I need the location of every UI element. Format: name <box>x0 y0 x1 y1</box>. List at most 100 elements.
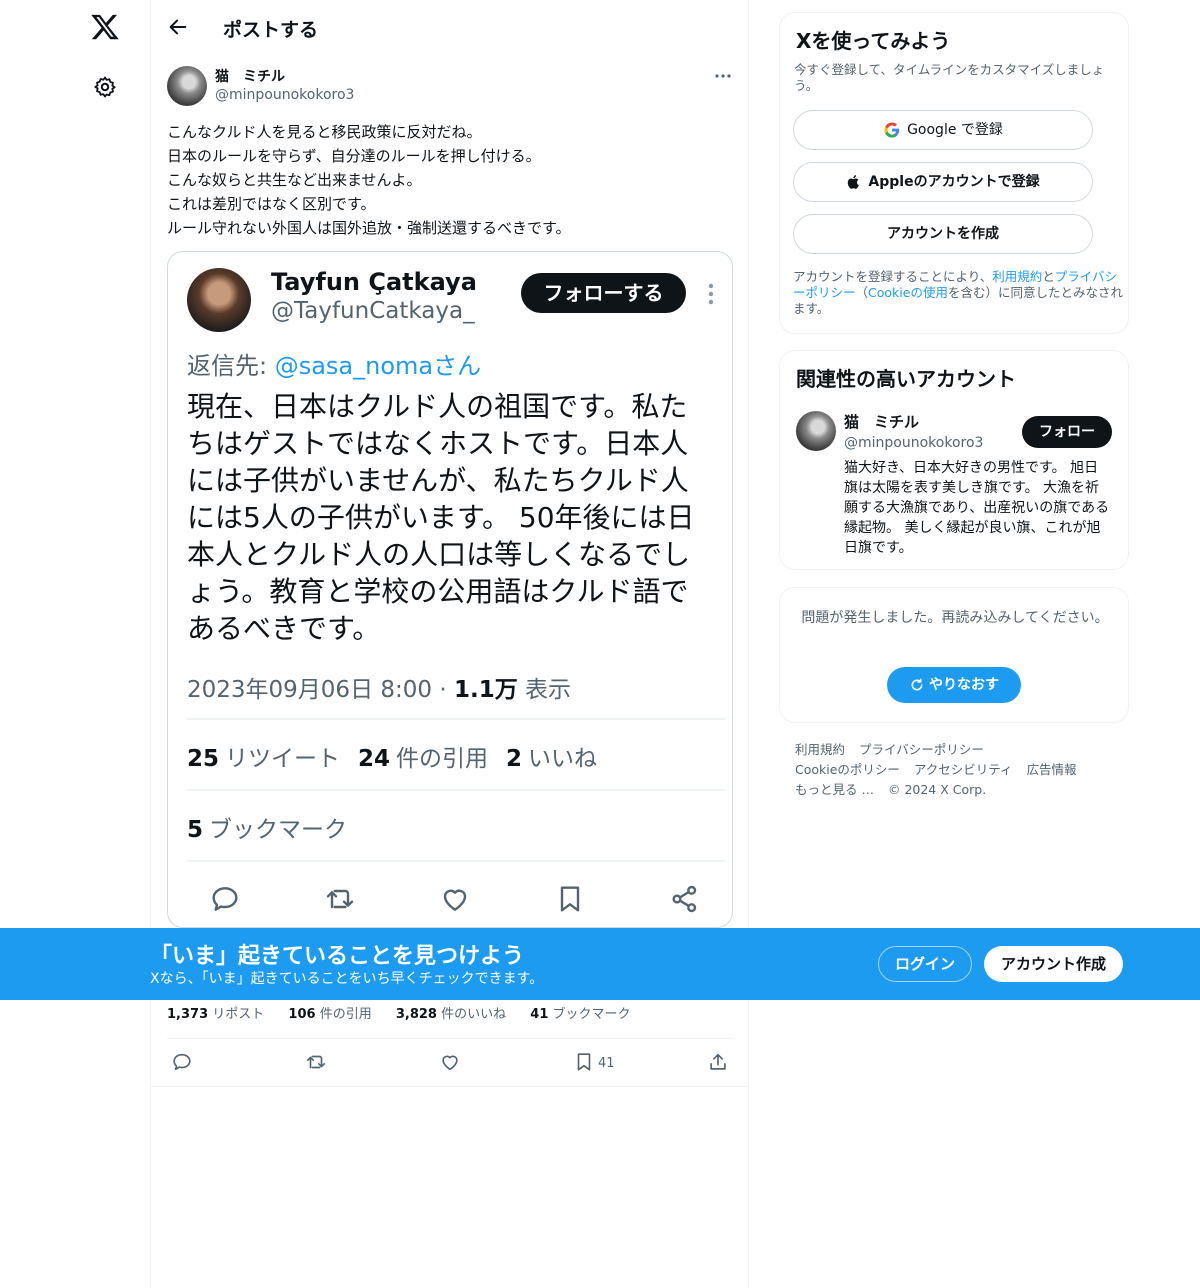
author-handle[interactable]: @minpounokokoro3 <box>215 87 354 103</box>
quotes-label: 件の引用 <box>319 1007 372 1022</box>
footer-links: 利用規約 プライバシーポリシー Cookieのポリシー アクセシビリティ 広告情… <box>795 740 1125 800</box>
divider <box>167 1038 733 1039</box>
footer-link[interactable]: アクセシビリティ <box>914 762 1013 777</box>
media-views-count: 1.1万 <box>453 677 518 703</box>
post-text-line: こんなクルド人を見ると移民政策に反対だね。 <box>167 123 482 141</box>
media-reply-prefix: 返信先: <box>187 352 275 380</box>
related-account-handle[interactable]: @minpounokokoro3 <box>844 435 983 451</box>
retry-button[interactable]: やりなおす <box>887 667 1021 703</box>
follow-button[interactable]: フォロー <box>1022 416 1112 448</box>
header: ポストする <box>151 0 749 56</box>
avatar[interactable] <box>167 66 207 106</box>
repost-icon[interactable] <box>305 1051 327 1073</box>
main-column: ポストする 猫 ミチル @minpounokokoro3 こんなクルド人を見ると… <box>150 0 749 1288</box>
gear-icon[interactable] <box>93 75 117 99</box>
google-signup-label: Google で登録 <box>907 122 1003 138</box>
divider <box>187 789 725 791</box>
signup-subtitle: 今すぐ登録して、タイムラインをカスタマイズしましょう。 <box>794 62 1105 93</box>
bookmarks-stat[interactable]: 41 ブックマーク <box>530 1007 630 1022</box>
media-body-line: 本人とクルド人の人口は等しくなるでし <box>187 538 691 571</box>
login-button[interactable]: ログイン <box>878 946 972 982</box>
media-author-handle: @TayfunCatkaya_ <box>271 298 475 324</box>
avatar[interactable] <box>796 411 836 451</box>
likes-label: 件のいいね <box>441 1007 507 1022</box>
post-text-line: こんな奴らと共生など出来ませんよ。 <box>167 171 422 189</box>
create-account-label: アカウントを作成 <box>887 226 999 242</box>
divider <box>187 860 725 862</box>
post-image[interactable]: Tayfun Çatkaya @TayfunCatkaya_ フォローする 返信… <box>167 251 733 928</box>
divider <box>151 1086 749 1087</box>
related-title: 関連性の高いアカウント <box>796 367 1016 391</box>
media-bookmarks-label: ブックマーク <box>209 817 348 843</box>
media-more-icon <box>708 283 714 305</box>
related-account-bio: 猫大好き、日本大好きの男性です。 旭日旗は太陽を表す美しき旗です。 大漁を祈願す… <box>844 460 1110 556</box>
media-retweets-label: リツイート <box>225 746 341 772</box>
media-bookmarks-count: 5 <box>187 817 204 843</box>
footer-link[interactable]: Cookieのポリシー <box>795 762 900 777</box>
reply-icon[interactable] <box>171 1051 193 1073</box>
media-bookmarks: 5 ブックマーク <box>187 810 347 844</box>
media-body-line: には子供がいませんが、私たちクルド人 <box>187 464 689 497</box>
likes-stat[interactable]: 3,828 件のいいね <box>396 1007 506 1022</box>
media-retweets: 25 <box>187 746 220 772</box>
login-banner: 「いま」起きていることを見つけよう Xなら、「いま」起きていることをいち早くチェ… <box>0 928 1200 1000</box>
media-views-label: 表示 <box>517 677 572 703</box>
like-icon[interactable] <box>439 1051 461 1073</box>
media-stats: 25 リツイート 24 件の引用 2 いいね <box>187 739 597 773</box>
x-logo-icon[interactable] <box>90 12 120 42</box>
signup-card: Xを使ってみよう 今すぐ登録して、タイムラインをカスタマイズしましょう。 Goo… <box>779 12 1129 334</box>
related-accounts-card: 関連性の高いアカウント 猫 ミチル @minpounokokoro3 フォロー … <box>779 350 1129 570</box>
media-reply-handle: @sasa_nomaさん <box>274 352 482 380</box>
share-icon <box>672 885 697 913</box>
reply-icon <box>212 887 238 911</box>
media-likes: 2 <box>506 746 523 772</box>
repost-icon <box>326 889 354 909</box>
bookmark-icon <box>560 886 580 912</box>
media-body-line: には5人の子供がいます。 50年後には日 <box>187 501 695 534</box>
author-name[interactable]: 猫 ミチル <box>215 66 285 86</box>
terms-text: （ <box>855 285 869 300</box>
post-text: こんなクルド人を見ると移民政策に反対だね。 日本のルールを守らず、自分達のルール… <box>167 120 733 240</box>
divider <box>187 718 725 720</box>
media-body-line: 現在、日本はクルド人の祖国です。私た <box>187 390 688 423</box>
footer-link[interactable]: 利用規約 <box>795 742 845 757</box>
retry-label: やりなおす <box>929 677 999 693</box>
media-datetime: 2023年09月06日 8:00 · <box>187 677 454 703</box>
banner-subtitle: Xなら、「いま」起きていることをいち早くチェックできます。 <box>150 971 544 987</box>
like-icon <box>443 889 467 911</box>
google-signup-button[interactable]: Google で登録 <box>793 110 1093 150</box>
signup-title: Xを使ってみよう <box>796 29 951 53</box>
error-card: 問題が発生しました。再読み込みしてください。 やりなおす <box>779 587 1129 723</box>
apple-icon <box>848 175 860 189</box>
create-account-button[interactable]: アカウントを作成 <box>793 214 1093 254</box>
bookmarks-count: 41 <box>530 1007 549 1022</box>
likes-count: 3,828 <box>395 1007 437 1022</box>
quotes-stat[interactable]: 106 件の引用 <box>288 1007 371 1022</box>
reposts-stat[interactable]: 1,373 リポスト <box>167 1007 264 1022</box>
apple-signup-button[interactable]: Appleのアカウントで登録 <box>793 162 1093 202</box>
cookie-link[interactable]: Cookieの使用 <box>868 285 948 300</box>
footer-link[interactable]: もっと見る … <box>795 782 874 797</box>
left-nav <box>0 0 150 1288</box>
post-text-line: これは差別ではなく区別です。 <box>167 195 376 213</box>
quotes-count: 106 <box>288 1007 316 1022</box>
footer-link[interactable]: 広告情報 <box>1027 762 1077 777</box>
footer-link[interactable]: プライバシーポリシー <box>859 742 984 757</box>
media-body-line: あるべきです。 <box>187 612 381 645</box>
media-avatar <box>187 268 251 332</box>
media-body: 現在、日本はクルド人の祖国です。私た ちはゲストではなくホストです。日本人 には… <box>187 388 717 647</box>
banner-title: 「いま」起きていることを見つけよう <box>150 944 525 969</box>
media-reply-to: 返信先: @sasa_nomaさん <box>187 346 481 381</box>
more-icon[interactable] <box>713 66 733 86</box>
reposts-count: 1,373 <box>167 1007 209 1022</box>
media-follow-button: フォローする <box>521 273 686 313</box>
reposts-label: リポスト <box>212 1007 265 1022</box>
bookmarks-label: ブックマーク <box>552 1007 631 1022</box>
page-title: ポストする <box>223 19 319 41</box>
signup-button[interactable]: アカウント作成 <box>984 946 1123 982</box>
bookmark-icon[interactable] <box>573 1051 595 1073</box>
related-account-name[interactable]: 猫 ミチル <box>844 411 919 432</box>
back-arrow-icon[interactable] <box>167 16 189 38</box>
share-icon[interactable] <box>707 1051 729 1073</box>
terms-link[interactable]: 利用規約 <box>992 269 1042 284</box>
